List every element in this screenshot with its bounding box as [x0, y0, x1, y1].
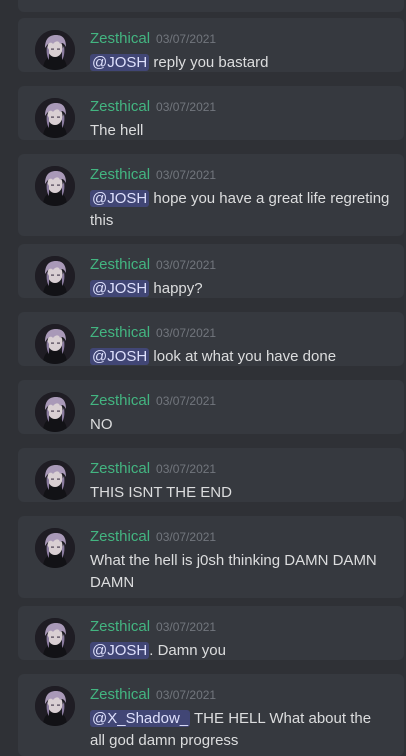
avatar[interactable]	[35, 686, 75, 726]
author-name[interactable]: Zesthical	[90, 618, 150, 635]
avatar[interactable]	[35, 528, 75, 568]
message-content: @X_Shadow_ THE HELL What about the all g…	[90, 708, 390, 752]
message-content: What the hell is j0sh thinking DAMN DAMN…	[90, 550, 390, 594]
avatar-icon	[35, 166, 75, 206]
previous-message-edge	[18, 0, 404, 12]
author-name[interactable]: Zesthical	[90, 528, 150, 545]
message-text: What the hell is j0sh thinking DAMN DAMN…	[90, 552, 377, 591]
message-timestamp: 03/07/2021	[156, 32, 217, 46]
message-item[interactable]: Zesthical 03/07/2021 @JOSH. Damn you	[18, 606, 404, 660]
message-item[interactable]: Zesthical 03/07/2021 @JOSH reply you bast…	[18, 18, 404, 72]
author-name[interactable]: Zesthical	[90, 324, 150, 341]
message-item[interactable]: Zesthical 03/07/2021 @JOSH happy?	[18, 244, 404, 298]
message-text: happy?	[149, 280, 203, 297]
author-name[interactable]: Zesthical	[90, 166, 150, 183]
avatar-icon	[35, 460, 75, 500]
user-mention[interactable]: @JOSH	[90, 54, 150, 71]
avatar[interactable]	[35, 618, 75, 658]
message-text: The hell	[90, 122, 144, 139]
avatar-icon	[35, 98, 75, 138]
message-text: reply you bastard	[149, 54, 269, 71]
message-timestamp: 03/07/2021	[156, 530, 217, 544]
message-timestamp: 03/07/2021	[156, 168, 217, 182]
message-item[interactable]: Zesthical 03/07/2021 What the hell is j0s…	[18, 516, 404, 598]
author-name[interactable]: Zesthical	[90, 98, 150, 115]
message-content: @JOSH happy?	[90, 278, 390, 300]
avatar-icon	[35, 686, 75, 726]
message-timestamp: 03/07/2021	[156, 258, 217, 272]
message-item[interactable]: Zesthical 03/07/2021 NO	[18, 380, 404, 434]
avatar-icon	[35, 528, 75, 568]
message-item[interactable]: Zesthical 03/07/2021 @JOSH hope you have …	[18, 154, 404, 236]
author-name[interactable]: Zesthical	[90, 256, 150, 273]
message-content: THIS ISNT THE END	[90, 482, 390, 504]
avatar[interactable]	[35, 98, 75, 138]
author-name[interactable]: Zesthical	[90, 686, 150, 703]
avatar-icon	[35, 30, 75, 70]
user-mention[interactable]: @JOSH	[90, 642, 150, 659]
message-timestamp: 03/07/2021	[156, 100, 217, 114]
user-mention[interactable]: @X_Shadow_	[90, 710, 191, 727]
message-text: THIS ISNT THE END	[90, 484, 232, 501]
message-text: . Damn you	[149, 642, 226, 659]
avatar[interactable]	[35, 256, 75, 296]
message-content: @JOSH reply you bastard	[90, 52, 390, 74]
message-text: NO	[90, 416, 113, 433]
message-timestamp: 03/07/2021	[156, 326, 217, 340]
avatar[interactable]	[35, 324, 75, 364]
message-item[interactable]: Zesthical 03/07/2021 The hell	[18, 86, 404, 140]
message-item[interactable]: Zesthical 03/07/2021 THIS ISNT THE END	[18, 448, 404, 502]
message-content: @JOSH look at what you have done	[90, 346, 390, 368]
message-timestamp: 03/07/2021	[156, 620, 217, 634]
avatar[interactable]	[35, 460, 75, 500]
message-timestamp: 03/07/2021	[156, 394, 217, 408]
avatar[interactable]	[35, 166, 75, 206]
avatar-icon	[35, 256, 75, 296]
message-timestamp: 03/07/2021	[156, 462, 217, 476]
message-item[interactable]: Zesthical 03/07/2021 @JOSH look at what y…	[18, 312, 404, 366]
message-content: NO	[90, 414, 390, 436]
user-mention[interactable]: @JOSH	[90, 348, 150, 365]
user-mention[interactable]: @JOSH	[90, 280, 150, 297]
author-name[interactable]: Zesthical	[90, 392, 150, 409]
message-timestamp: 03/07/2021	[156, 688, 217, 702]
user-mention[interactable]: @JOSH	[90, 190, 150, 207]
avatar-icon	[35, 618, 75, 658]
message-content: @JOSH hope you have a great life regreti…	[90, 188, 390, 232]
avatar[interactable]	[35, 30, 75, 70]
author-name[interactable]: Zesthical	[90, 460, 150, 477]
avatar-icon	[35, 392, 75, 432]
message-content: @JOSH. Damn you	[90, 640, 390, 662]
author-name[interactable]: Zesthical	[90, 30, 150, 47]
avatar-icon	[35, 324, 75, 364]
message-content: The hell	[90, 120, 390, 142]
avatar[interactable]	[35, 392, 75, 432]
message-item[interactable]: Zesthical 03/07/2021 @X_Shadow_ THE HELL …	[18, 674, 404, 756]
message-text: look at what you have done	[149, 348, 337, 365]
